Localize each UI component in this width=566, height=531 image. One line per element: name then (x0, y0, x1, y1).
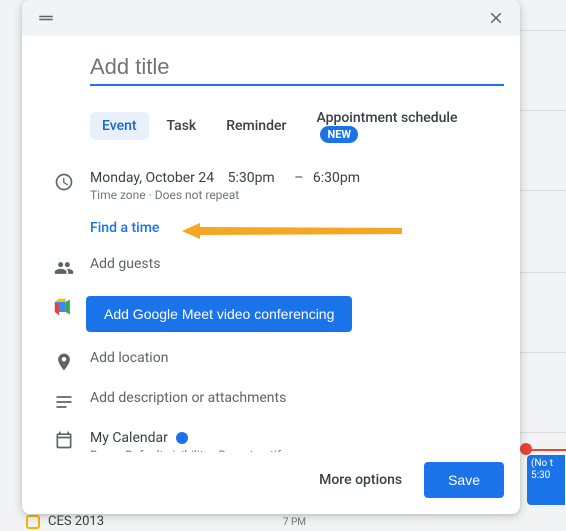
tab-reminder[interactable]: Reminder (214, 112, 298, 140)
timezone-link[interactable]: Time zone (90, 188, 146, 202)
guests-row[interactable]: Add guests (38, 256, 504, 278)
tab-event[interactable]: Event (90, 112, 149, 140)
meet-row: Add Google Meet video conferencing (38, 296, 504, 332)
tab-appointment-schedule[interactable]: Appointment schedule NEW (304, 104, 504, 148)
bg-time-label: 7 PM (283, 517, 306, 528)
add-location-label: Add location (90, 350, 504, 366)
meet-icon (38, 296, 90, 316)
calendar-row[interactable]: My Calendar Busy · Default visibility · … (38, 430, 504, 452)
new-badge: NEW (320, 126, 358, 143)
bg-sidebar-item[interactable]: CES 2013 (26, 514, 104, 529)
bg-event-block[interactable]: (No t 5:30 (527, 455, 565, 505)
dialog-body: Event Task Reminder Appointment schedule… (22, 36, 520, 452)
now-indicator-dot (520, 443, 532, 455)
calendar-color-dot (176, 432, 188, 444)
close-icon[interactable] (480, 2, 512, 34)
calendar-name: My Calendar (90, 430, 168, 446)
location-row[interactable]: Add location (38, 350, 504, 372)
add-meet-button[interactable]: Add Google Meet video conferencing (86, 296, 352, 332)
drag-handle-icon[interactable] (30, 2, 62, 34)
clock-icon (38, 170, 90, 192)
add-description-label: Add description or attachments (90, 390, 504, 406)
more-options-button[interactable]: More options (309, 464, 412, 496)
save-button[interactable]: Save (424, 462, 504, 498)
description-row[interactable]: Add description or attachments (38, 390, 504, 412)
datetime-display[interactable]: Monday, October 24 5:30pm – 6:30pm (90, 170, 504, 186)
find-time-row: Find a time (38, 220, 504, 236)
date-text: Monday, October 24 (90, 170, 214, 186)
title-input[interactable] (90, 52, 504, 86)
people-icon (38, 256, 90, 278)
bg-gridline (520, 190, 566, 191)
end-time: 6:30pm (313, 170, 360, 186)
bg-gridline (520, 110, 566, 111)
time-dash: – (294, 170, 303, 186)
bg-gridline (520, 352, 566, 353)
bg-gridline (520, 30, 566, 31)
start-time: 5:30pm (228, 170, 275, 186)
calendar-icon (38, 430, 90, 450)
bg-event-title: (No t (531, 458, 561, 470)
repeat-link[interactable]: Does not repeat (155, 188, 240, 202)
calendar-color-box (26, 515, 40, 529)
type-tabs: Event Task Reminder Appointment schedule… (90, 104, 504, 148)
find-a-time-link[interactable]: Find a time (90, 220, 159, 236)
bg-gridline (520, 272, 566, 273)
tab-task[interactable]: Task (155, 112, 209, 140)
bg-event-time: 5:30 (531, 470, 561, 482)
tab-appointment-label: Appointment schedule (316, 110, 457, 126)
location-icon (38, 350, 90, 372)
bg-sidebar-label: CES 2013 (48, 514, 104, 529)
dialog-header (22, 0, 520, 36)
datetime-row: Monday, October 24 5:30pm – 6:30pm Time … (38, 170, 504, 202)
notes-icon (38, 390, 90, 412)
event-quick-create-dialog: Event Task Reminder Appointment schedule… (22, 0, 520, 514)
bg-gridline (520, 432, 566, 433)
add-guests-label: Add guests (90, 256, 504, 272)
dialog-footer: More options Save (22, 452, 520, 514)
